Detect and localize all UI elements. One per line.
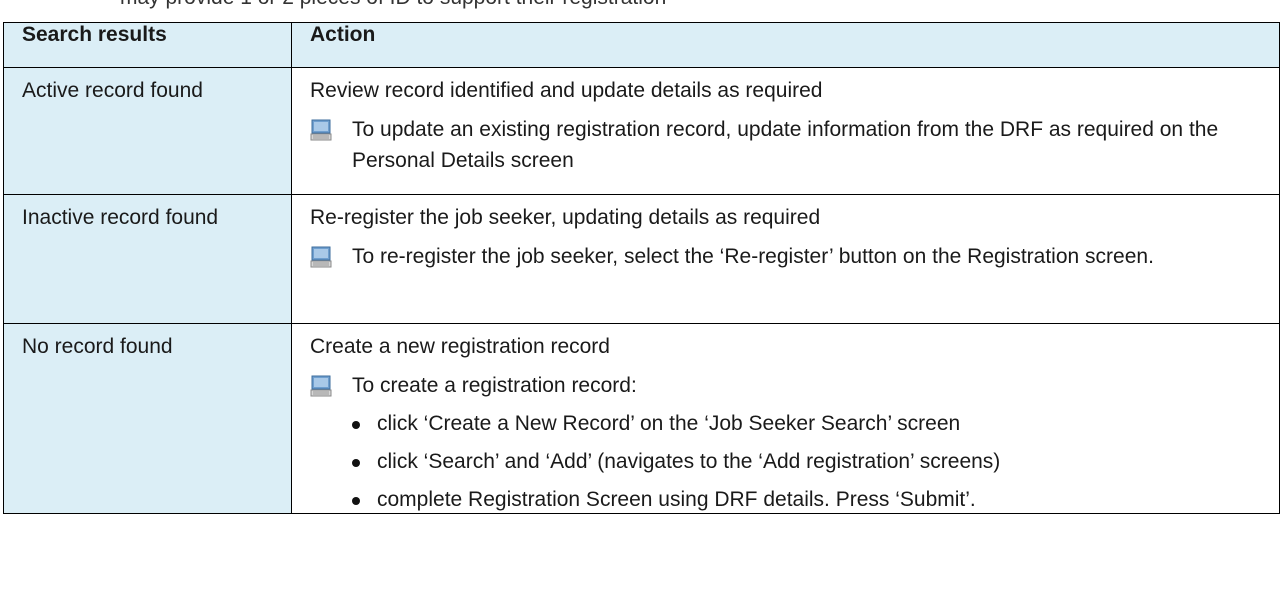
result-cell: Inactive record found [3, 194, 292, 324]
table-row: No record found Create a new registratio… [3, 323, 1280, 514]
action-text: Review record identified and update deta… [310, 79, 823, 102]
result-cell: Active record found [3, 67, 292, 195]
computer-icon [310, 119, 332, 141]
bullet-text: click ‘Search’ and ‘Add’ (navigates to t… [377, 450, 1001, 473]
action-text: Re-register the job seeker, updating det… [310, 206, 821, 229]
instruction-text: To update an existing registration recor… [352, 118, 1219, 172]
action-cell: Create a new registration record To crea… [291, 323, 1280, 514]
search-results-table: Search results Action Active record foun… [3, 22, 1280, 514]
instruction-step: To re-register the job seeker, select th… [310, 245, 1269, 272]
list-item: click ‘Create a New Record’ on the ‘Job … [352, 411, 1269, 437]
bullet-text: complete Registration Screen using DRF d… [377, 488, 976, 511]
header-search-results: Search results [3, 22, 292, 68]
bullet-icon [352, 459, 360, 467]
header-action: Action [291, 22, 1280, 68]
computer-icon [310, 246, 332, 268]
result-label: Active record found [22, 79, 203, 102]
action-cell: Review record identified and update deta… [291, 67, 1280, 195]
instruction-step: To create a registration record: [310, 374, 1269, 401]
bullet-icon [352, 497, 360, 505]
instruction-text: To re-register the job seeker, select th… [352, 245, 1154, 268]
bullet-list: click ‘Create a New Record’ on the ‘Job … [310, 411, 1269, 513]
action-cell: Re-register the job seeker, updating det… [291, 194, 1280, 324]
result-cell: No record found [3, 323, 292, 514]
instruction-text: To create a registration record: [352, 374, 637, 397]
table-row: Active record found Review record identi… [3, 67, 1280, 195]
table-header-row: Search results Action [3, 22, 1280, 68]
list-item: click ‘Search’ and ‘Add’ (navigates to t… [352, 449, 1269, 475]
action-text: Create a new registration record [310, 335, 610, 358]
result-label: No record found [22, 335, 173, 358]
computer-icon [310, 375, 332, 397]
bullet-text: click ‘Create a New Record’ on the ‘Job … [377, 412, 961, 435]
instruction-step: To update an existing registration recor… [310, 118, 1269, 176]
result-label: Inactive record found [22, 206, 219, 229]
table-row: Inactive record found Re-register the jo… [3, 194, 1280, 324]
cut-off-top-text: may provide 1 or 2 pieces of ID to suppo… [120, 0, 666, 10]
list-item: complete Registration Screen using DRF d… [352, 487, 1269, 513]
bullet-icon [352, 421, 360, 429]
